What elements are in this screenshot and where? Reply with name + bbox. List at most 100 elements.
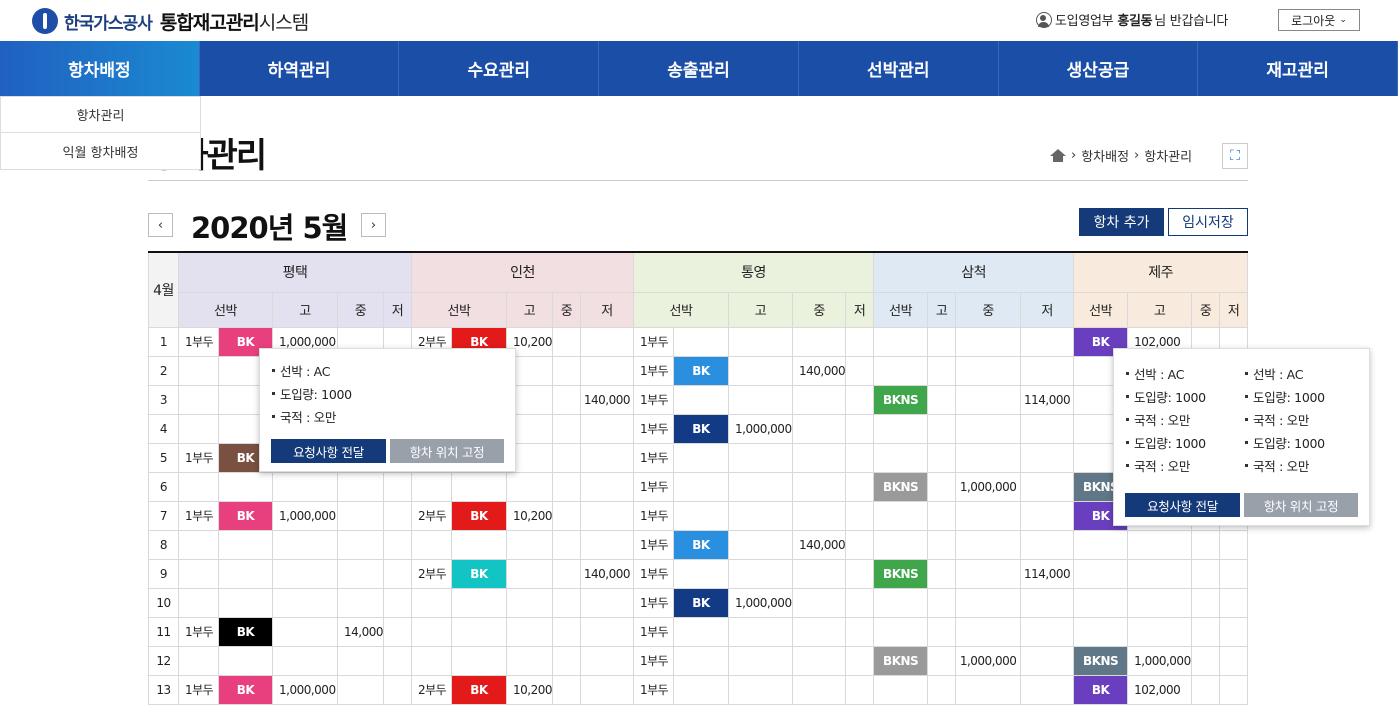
ship-chip[interactable]: BKNS	[1074, 647, 1127, 674]
ship-cell[interactable]	[673, 645, 729, 676]
ship-chip[interactable]: BK	[452, 676, 506, 703]
ship-cell[interactable]: BK	[218, 616, 273, 647]
ship-cell[interactable]	[451, 645, 507, 676]
fullscreen-icon[interactable]: ⛶	[1222, 143, 1248, 169]
logo[interactable]: 한국가스공사 통합재고관리 시스템	[32, 7, 309, 35]
ship-cell[interactable]	[673, 326, 729, 357]
ship-cell[interactable]	[451, 616, 507, 647]
home-icon[interactable]	[1050, 148, 1066, 163]
ship-cell[interactable]	[873, 326, 929, 357]
ship-cell[interactable]	[873, 500, 929, 531]
mid-cell	[337, 587, 384, 618]
breadcrumb-item[interactable]: 항차관리	[1144, 146, 1192, 165]
ship-chip[interactable]: BK	[452, 502, 506, 529]
ship-cell[interactable]	[873, 442, 929, 473]
submenu-item-voyage-manage[interactable]: 항차관리	[1, 97, 200, 133]
nav-item[interactable]: 생산공급	[999, 41, 1199, 96]
schedule-table: 4월 평택 인천 통영 삼척 제주 선박 고 중 저 선박 고 중 저 선박 고 중 저 선박 고 중 저 선박 고 중 저 11…	[148, 251, 1249, 705]
ship-cell[interactable]	[218, 587, 273, 618]
ship-cell[interactable]	[873, 587, 929, 618]
submenu-item-next-month-assign[interactable]: 익월 항차배정	[1, 133, 200, 169]
nav-item[interactable]: 재고관리	[1198, 41, 1398, 96]
ship-cell[interactable]: BK	[451, 500, 507, 531]
send-request-button[interactable]: 요청사항 전달	[271, 439, 386, 463]
ship-chip[interactable]: BK	[674, 415, 728, 442]
popup-info-item: 국적 : 오만	[1126, 408, 1206, 431]
nav-item[interactable]: 항차배정	[0, 41, 200, 96]
mid-cell	[955, 413, 1022, 444]
ship-cell[interactable]	[218, 471, 273, 502]
ship-cell[interactable]: BKNS	[873, 645, 929, 676]
ship-chip[interactable]: BKNS	[874, 473, 927, 500]
ship-cell[interactable]	[873, 413, 929, 444]
ship-cell[interactable]: BKNS	[873, 471, 929, 502]
breadcrumb-item[interactable]: 항차배정	[1081, 146, 1129, 165]
ship-cell[interactable]	[873, 355, 929, 386]
ship-chip[interactable]: BK	[219, 502, 272, 529]
ship-chip[interactable]: BKNS	[874, 386, 927, 413]
mid-cell	[791, 384, 847, 415]
high-cell	[728, 558, 793, 589]
ship-cell[interactable]: BK	[451, 558, 507, 589]
ship-cell[interactable]	[451, 587, 507, 618]
ship-cell[interactable]	[218, 529, 273, 560]
add-voyage-button[interactable]: 항차 추가	[1079, 208, 1164, 236]
ship-chip[interactable]: BK	[219, 618, 272, 645]
temp-save-button[interactable]: 임시저장	[1168, 208, 1248, 236]
nav-item[interactable]: 송출관리	[599, 41, 799, 96]
ship-cell[interactable]	[451, 529, 507, 560]
ship-cell[interactable]	[451, 471, 507, 502]
dock-cell: 1부두	[633, 471, 674, 502]
ship-cell[interactable]	[873, 529, 929, 560]
prev-month-button[interactable]: ‹	[148, 213, 173, 237]
low-cell	[845, 500, 875, 531]
ship-chip[interactable]: BK	[219, 676, 272, 703]
send-request-button[interactable]: 요청사항 전달	[1125, 493, 1240, 517]
ship-cell[interactable]	[673, 558, 729, 589]
ship-chip[interactable]: BK	[674, 531, 728, 558]
fix-voyage-position-button[interactable]: 항차 위치 고정	[1244, 493, 1358, 517]
dock-cell: 1부두	[633, 326, 674, 357]
ship-cell[interactable]	[673, 384, 729, 415]
ship-cell[interactable]: BK	[673, 587, 729, 618]
nav-item[interactable]: 하역관리	[200, 41, 400, 96]
ship-cell[interactable]	[218, 558, 273, 589]
ship-cell[interactable]	[673, 442, 729, 473]
ship-cell[interactable]: BK	[673, 529, 729, 560]
ship-cell[interactable]	[1073, 529, 1129, 560]
nav-item[interactable]: 수요관리	[399, 41, 600, 96]
high-cell	[1127, 616, 1193, 647]
ship-cell[interactable]	[673, 500, 729, 531]
ship-cell[interactable]: BKNS	[873, 558, 929, 589]
ship-cell[interactable]	[1073, 558, 1129, 589]
dock-cell	[178, 558, 219, 589]
chevron-right-icon: ›	[1134, 148, 1140, 163]
sub-header: 선박	[1073, 291, 1129, 328]
ship-cell[interactable]: BK	[218, 500, 273, 531]
ship-cell[interactable]	[673, 616, 729, 647]
ship-chip[interactable]: BK	[674, 589, 728, 616]
ship-cell[interactable]: BK	[673, 413, 729, 444]
ship-cell[interactable]: BKNS	[1073, 645, 1129, 676]
sub-header: 고	[272, 291, 338, 328]
high-cell	[927, 616, 957, 647]
low-cell	[845, 587, 875, 618]
next-month-button[interactable]: ›	[361, 213, 386, 237]
ship-chip[interactable]: BKNS	[874, 560, 927, 587]
ship-cell[interactable]: BKNS	[873, 384, 929, 415]
nav-item[interactable]: 선박관리	[799, 41, 999, 96]
ship-chip[interactable]: BKNS	[874, 647, 927, 674]
ship-cell[interactable]	[218, 645, 273, 676]
ship-cell[interactable]	[1073, 616, 1129, 647]
high-cell	[728, 471, 793, 502]
ship-cell[interactable]	[1073, 587, 1129, 618]
logout-button[interactable]: 로그아웃 ⌄	[1278, 9, 1360, 31]
ship-cell[interactable]	[873, 616, 929, 647]
fix-voyage-position-button[interactable]: 항차 위치 고정	[390, 439, 504, 463]
ship-chip[interactable]: BK	[674, 357, 728, 384]
ship-cell[interactable]	[673, 471, 729, 502]
ship-chip[interactable]: BK	[1074, 676, 1127, 703]
ship-chip[interactable]: BK	[452, 560, 506, 587]
mid-cell	[552, 645, 581, 676]
ship-cell[interactable]: BK	[673, 355, 729, 386]
